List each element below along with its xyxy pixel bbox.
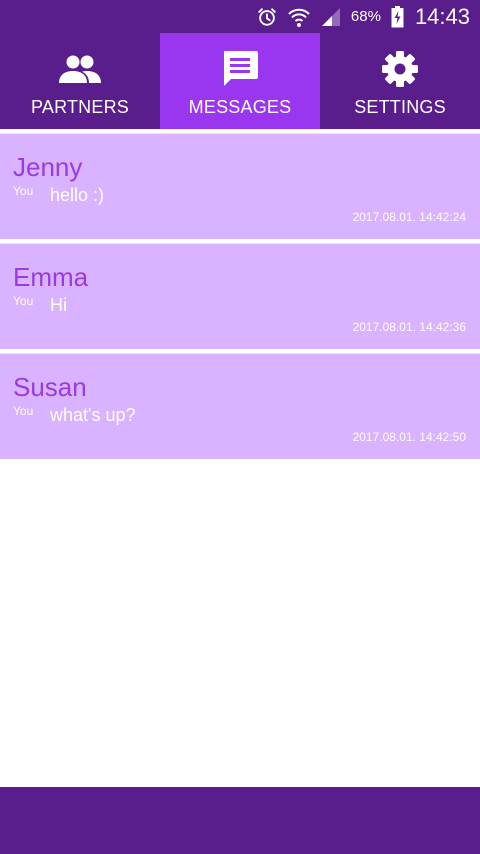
sender-label: You [13,404,34,418]
wifi-icon [287,5,311,29]
partner-name: Jenny [13,152,83,182]
battery-percent: 68% [350,8,381,25]
chat-icon [218,49,262,89]
message-timestamp: 2017.08.01. 14:42:24 [352,210,466,224]
message-timestamp: 2017.08.01. 14:42:36 [352,320,466,334]
conversation-item[interactable]: Susan You what's up? 2017.08.01. 14:42:5… [0,353,480,459]
tab-settings-label: SETTINGS [354,97,446,117]
last-message: Hi [50,295,67,315]
status-bar: 68% 14:43 [0,0,480,33]
conversation-item[interactable]: Emma You Hi 2017.08.01. 14:42:36 [0,243,480,349]
partner-name: Emma [13,262,89,292]
partner-name: Susan [13,372,87,402]
battery-charging-icon [391,5,405,29]
last-message: hello :) [50,185,105,205]
tab-messages[interactable]: MESSAGES [160,33,320,129]
tab-settings[interactable]: SETTINGS [320,33,480,129]
conversation-list: Jenny You hello :) 2017.08.01. 14:42:24 … [0,129,480,459]
tab-partners[interactable]: PARTNERS [0,33,160,129]
tab-messages-label: MESSAGES [188,97,292,117]
conversation-item[interactable]: Jenny You hello :) 2017.08.01. 14:42:24 [0,133,480,239]
sender-label: You [13,184,34,198]
gear-icon [378,49,422,89]
signal-icon [319,5,343,29]
tab-partners-label: PARTNERS [31,97,129,117]
clock: 14:43 [414,3,470,29]
people-icon [58,49,102,89]
tab-bar: PARTNERS MESSAGES SETTINGS [0,33,480,129]
message-timestamp: 2017.08.01. 14:42:50 [352,430,466,444]
sender-label: You [13,294,34,308]
bottom-bar [0,787,480,854]
last-message: what's up? [50,405,136,425]
alarm-icon [255,5,279,29]
